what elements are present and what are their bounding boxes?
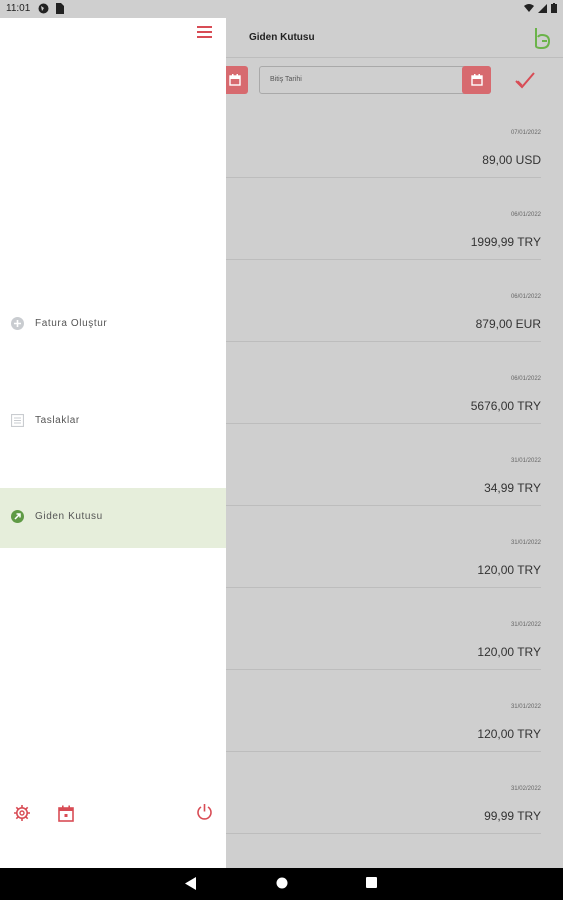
home-icon[interactable] [276, 877, 288, 889]
menu-line [196, 31, 212, 33]
status-system-icons [524, 3, 557, 13]
globe-icon [38, 3, 49, 14]
invoice-row[interactable]: 31/01/2022 34,99 TRY [226, 424, 541, 506]
invoice-date: 06/01/2022 [510, 212, 541, 218]
drawer-item-label: Giden Kutusu [35, 511, 103, 522]
drawer-item-create-invoice[interactable]: Fatura Oluştur [0, 295, 226, 355]
invoice-date: 06/01/2022 [510, 294, 541, 300]
calendar-icon [58, 805, 74, 822]
drawer-item-outbox[interactable]: Giden Kutusu [0, 488, 226, 548]
gear-icon [14, 805, 30, 821]
drawer-item-label: Taslaklar [35, 415, 80, 426]
page-title: Giden Kutusu [249, 32, 315, 43]
menu-line [196, 36, 212, 38]
recents-icon[interactable] [366, 877, 377, 888]
invoice-row[interactable]: 31/01/2022 120,00 TRY [226, 588, 541, 670]
invoice-row[interactable]: 31/01/2022 120,00 TRY [226, 506, 541, 588]
power-icon [196, 803, 212, 820]
invoice-list: 07/01/2022 89,00 USD 06/01/2022 1999,99 … [226, 96, 541, 834]
logout-button[interactable] [195, 802, 213, 820]
invoice-amount: 99,99 TRY [484, 809, 541, 823]
end-date-field[interactable]: Bitiş Tarihi [259, 66, 491, 94]
system-navigation-bar [0, 868, 563, 900]
invoice-amount: 89,00 USD [482, 153, 541, 167]
end-date-placeholder: Bitiş Tarihi [270, 76, 302, 83]
calendar-icon [470, 74, 483, 86]
apply-filter-button[interactable] [512, 68, 538, 92]
invoice-date: 31/02/2022 [510, 786, 541, 792]
invoice-row[interactable]: 06/01/2022 879,00 EUR [226, 260, 541, 342]
outbox-arrow-icon [11, 510, 24, 523]
invoice-date: 31/01/2022 [510, 540, 541, 546]
signal-icon [538, 4, 547, 13]
wifi-icon [524, 4, 534, 12]
invoice-amount: 120,00 TRY [477, 563, 541, 577]
checkmark-icon [515, 72, 535, 89]
menu-line [196, 26, 212, 28]
invoice-amount: 34,99 TRY [484, 481, 541, 495]
navigation-drawer: Fatura Oluştur Taslaklar Giden Kutusu [0, 18, 226, 868]
invoice-row[interactable]: 06/01/2022 1999,99 TRY [226, 178, 541, 260]
calendar-button[interactable] [57, 804, 75, 822]
sim-card-icon [56, 3, 64, 14]
status-bar: 11:01 [0, 0, 563, 18]
plus-circle-icon [11, 317, 24, 330]
invoice-row[interactable]: 06/01/2022 5676,00 TRY [226, 342, 541, 424]
invoice-amount: 879,00 EUR [475, 317, 541, 331]
battery-icon [551, 3, 557, 13]
end-date-picker-button[interactable] [462, 66, 491, 94]
settings-button[interactable] [13, 804, 31, 822]
invoice-date: 31/01/2022 [510, 622, 541, 628]
drawer-item-drafts[interactable]: Taslaklar [0, 392, 226, 452]
invoice-amount: 5676,00 TRY [470, 399, 541, 413]
calendar-icon [229, 74, 241, 86]
invoice-row[interactable]: 31/01/2022 120,00 TRY [226, 670, 541, 752]
invoice-date: 06/01/2022 [510, 376, 541, 382]
back-icon[interactable] [185, 877, 197, 890]
status-time: 11:01 [6, 3, 31, 14]
document-icon [11, 414, 24, 427]
brand-logo-icon [535, 28, 551, 49]
invoice-amount: 120,00 TRY [477, 727, 541, 741]
invoice-date: 31/01/2022 [510, 458, 541, 464]
invoice-date: 31/01/2022 [510, 704, 541, 710]
invoice-row[interactable]: 07/01/2022 89,00 USD [226, 96, 541, 178]
invoice-amount: 1999,99 TRY [470, 235, 541, 249]
hamburger-menu-button[interactable] [194, 24, 214, 40]
invoice-amount: 120,00 TRY [477, 645, 541, 659]
drawer-item-label: Fatura Oluştur [35, 318, 108, 329]
invoice-row[interactable]: 31/02/2022 99,99 TRY [226, 752, 541, 834]
status-notification-icons [38, 3, 64, 14]
invoice-date: 07/01/2022 [510, 130, 541, 136]
